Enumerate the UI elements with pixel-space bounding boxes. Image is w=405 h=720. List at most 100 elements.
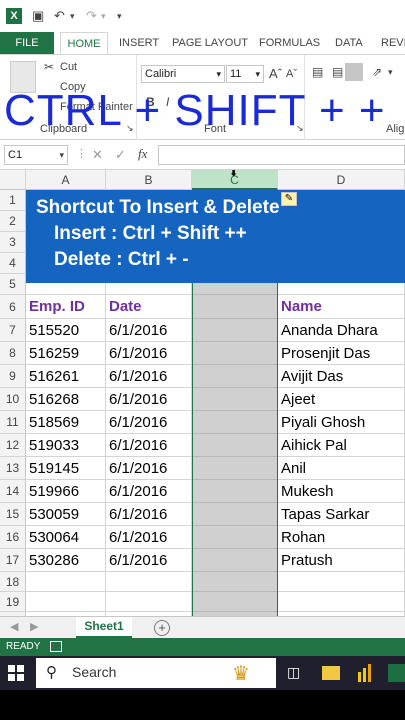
table-cell[interactable]: 6/1/2016 <box>106 411 192 434</box>
empty-cell[interactable] <box>26 592 106 612</box>
table-cell[interactable]: Mukesh <box>278 480 405 503</box>
font-name-select[interactable]: Calibri ▾ <box>141 65 225 83</box>
row-header[interactable]: 4 <box>0 253 26 274</box>
undo-dropdown-icon[interactable]: ▾ <box>70 8 75 24</box>
row-header[interactable]: 5 <box>0 274 26 295</box>
undo-icon[interactable]: ↶ <box>54 8 65 24</box>
select-all-corner[interactable] <box>0 170 26 190</box>
row-header[interactable]: 19 <box>0 592 26 612</box>
chevron-down-icon[interactable]: ▾ <box>388 67 393 78</box>
insert-function-icon[interactable]: fx <box>138 146 147 162</box>
table-header-cell[interactable]: Emp. ID <box>26 295 106 319</box>
row-header[interactable]: 2 <box>0 211 26 232</box>
formula-input[interactable] <box>158 145 405 165</box>
row-header[interactable]: 3 <box>0 232 26 253</box>
table-cell[interactable]: 6/1/2016 <box>106 434 192 457</box>
sheet-tab-sheet1[interactable]: Sheet1 <box>76 617 132 638</box>
windows-start-icon[interactable] <box>8 665 24 681</box>
row-header[interactable]: 9 <box>0 365 26 388</box>
table-cell[interactable]: 519966 <box>26 480 106 503</box>
cancel-icon[interactable]: ✕ <box>92 147 103 163</box>
align-middle-icon[interactable]: ▤ <box>332 65 343 79</box>
table-cell[interactable]: 6/1/2016 <box>106 319 192 342</box>
column-header-a[interactable]: A <box>26 170 106 190</box>
font-size-select[interactable]: 11 ▾ <box>226 65 264 83</box>
align-bottom-icon[interactable] <box>345 63 363 81</box>
table-cell[interactable]: 6/1/2016 <box>106 457 192 480</box>
task-view-icon[interactable]: ◫ <box>287 664 300 681</box>
cut-button[interactable]: Cut <box>60 61 77 73</box>
column-header-d[interactable]: D <box>278 170 405 190</box>
orientation-icon[interactable]: ⇗ <box>372 65 382 79</box>
empty-cell[interactable] <box>106 592 192 612</box>
row-header[interactable]: 16 <box>0 526 26 549</box>
table-cell[interactable]: 516259 <box>26 342 106 365</box>
add-sheet-button[interactable]: + <box>154 620 170 636</box>
table-cell[interactable]: 6/1/2016 <box>106 365 192 388</box>
tab-page-layout[interactable]: PAGE LAYOUT <box>172 32 248 54</box>
table-cell[interactable]: 6/1/2016 <box>106 480 192 503</box>
excel-taskbar-icon[interactable] <box>388 664 405 682</box>
redo-icon[interactable]: ↷ <box>86 8 97 24</box>
table-cell[interactable]: 516268 <box>26 388 106 411</box>
table-cell[interactable]: Avijit Das <box>278 365 405 388</box>
table-cell[interactable]: Piyali Ghosh <box>278 411 405 434</box>
sheet-nav-next-icon[interactable]: ▶ <box>30 620 38 633</box>
table-cell[interactable]: 519033 <box>26 434 106 457</box>
taskbar-search-box[interactable]: ⚲ Search ♛ <box>36 658 276 688</box>
column-header-b[interactable]: B <box>106 170 192 190</box>
tab-formulas[interactable]: FORMULAS <box>259 32 320 54</box>
table-cell[interactable]: 6/1/2016 <box>106 503 192 526</box>
empty-cell[interactable] <box>278 592 405 612</box>
empty-cell[interactable] <box>26 572 106 592</box>
decrease-font-icon[interactable]: Aˇ <box>286 68 297 80</box>
table-cell[interactable]: 515520 <box>26 319 106 342</box>
row-header[interactable]: 12 <box>0 434 26 457</box>
tab-home[interactable]: HOME <box>60 32 108 54</box>
sheet-nav-prev-icon[interactable]: ◀ <box>10 620 18 633</box>
tab-review[interactable]: REVI <box>381 32 405 54</box>
redo-dropdown-icon[interactable]: ▾ <box>101 8 106 24</box>
row-header[interactable]: 7 <box>0 319 26 342</box>
power-bi-icon[interactable] <box>356 664 372 682</box>
macro-record-icon[interactable] <box>50 641 62 652</box>
table-cell[interactable]: 516261 <box>26 365 106 388</box>
table-cell[interactable]: Anil <box>278 457 405 480</box>
tab-data[interactable]: DATA <box>335 32 363 54</box>
table-header-cell[interactable]: Date <box>106 295 192 319</box>
empty-cell[interactable] <box>106 572 192 592</box>
table-cell[interactable]: Rohan <box>278 526 405 549</box>
save-icon[interactable]: ▣ <box>32 8 44 24</box>
table-header-cell[interactable]: Name <box>278 295 405 319</box>
table-cell[interactable]: 6/1/2016 <box>106 388 192 411</box>
customize-qat-icon[interactable]: ▾ <box>117 8 122 24</box>
row-header[interactable]: 11 <box>0 411 26 434</box>
empty-cell[interactable] <box>278 572 405 592</box>
table-cell[interactable]: Tapas Sarkar <box>278 503 405 526</box>
table-cell[interactable]: 530064 <box>26 526 106 549</box>
row-header[interactable]: 8 <box>0 342 26 365</box>
row-header[interactable]: 17 <box>0 549 26 572</box>
tab-insert[interactable]: INSERT <box>119 32 159 54</box>
enter-icon[interactable]: ✓ <box>115 147 126 163</box>
tab-file[interactable]: FILE <box>0 32 54 54</box>
table-cell[interactable]: Prosenjit Das <box>278 342 405 365</box>
table-cell[interactable]: 6/1/2016 <box>106 549 192 572</box>
table-cell[interactable]: 518569 <box>26 411 106 434</box>
table-cell[interactable]: Aihick Pal <box>278 434 405 457</box>
increase-font-icon[interactable]: Aˆ <box>269 66 282 81</box>
row-header[interactable]: 6 <box>0 295 26 319</box>
table-cell[interactable]: 519145 <box>26 457 106 480</box>
insert-options-icon[interactable]: ✎ <box>281 192 297 206</box>
row-header[interactable]: 15 <box>0 503 26 526</box>
file-explorer-icon[interactable] <box>322 666 340 680</box>
table-cell[interactable]: 530286 <box>26 549 106 572</box>
row-header[interactable]: 18 <box>0 572 26 592</box>
table-cell[interactable]: Ajeet <box>278 388 405 411</box>
name-box[interactable]: C1 ▾ <box>4 145 68 165</box>
align-top-icon[interactable]: ▤ <box>312 65 323 79</box>
row-header[interactable]: 14 <box>0 480 26 503</box>
table-cell[interactable]: Ananda Dhara <box>278 319 405 342</box>
row-header[interactable]: 13 <box>0 457 26 480</box>
row-header[interactable]: 1 <box>0 190 26 211</box>
